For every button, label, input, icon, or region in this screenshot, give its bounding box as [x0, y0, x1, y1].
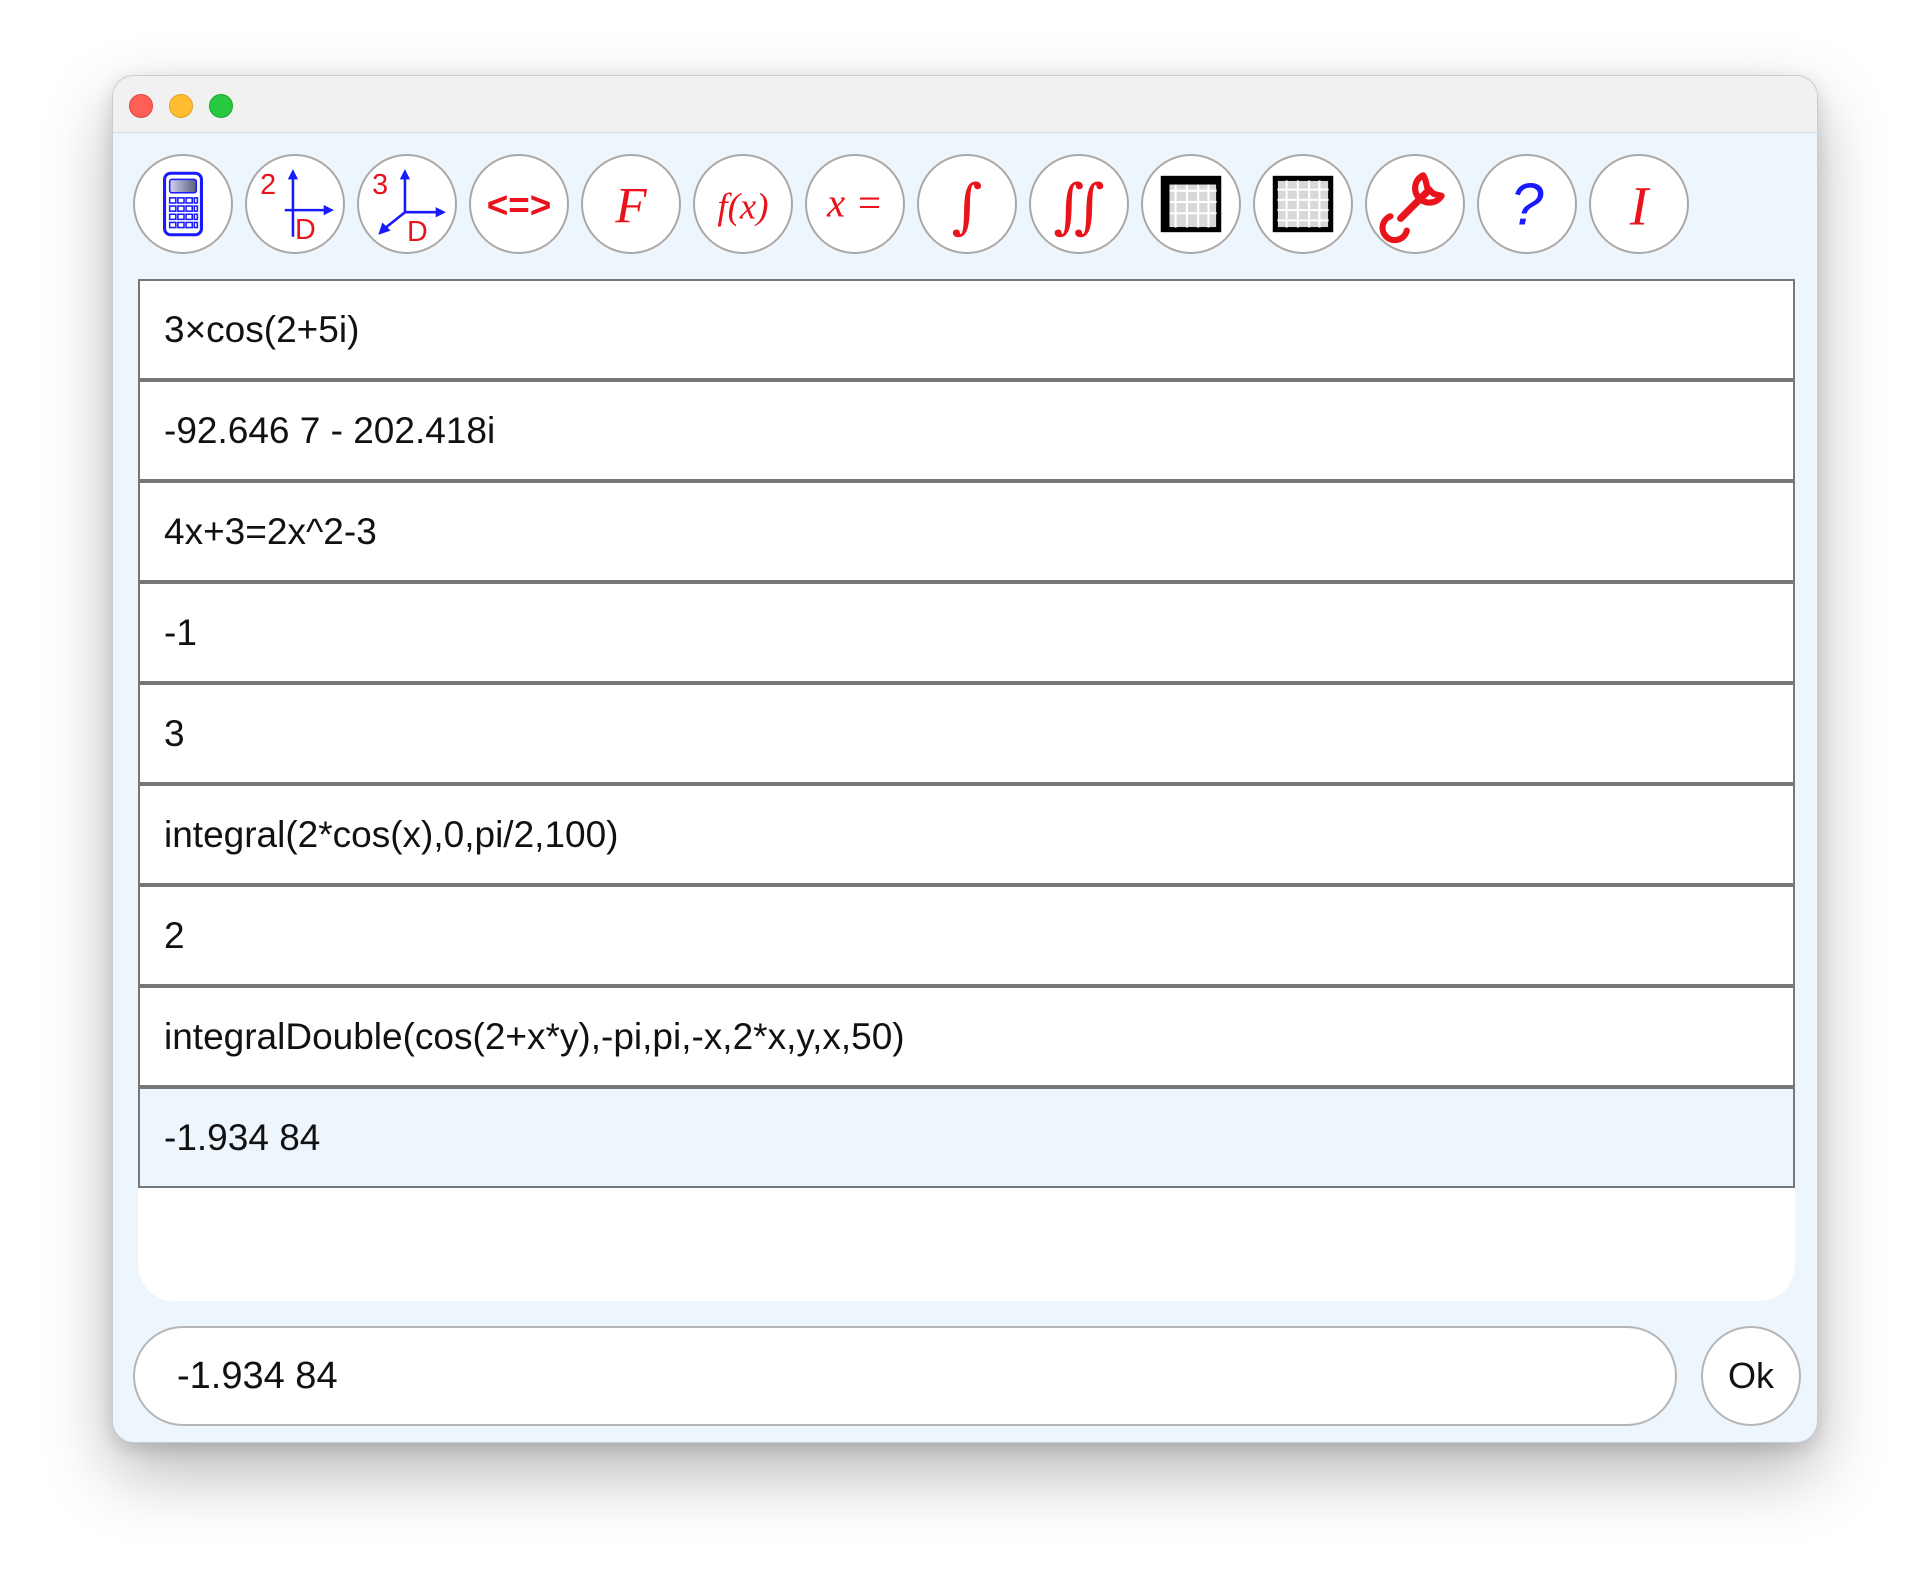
- function-icon: f(x): [717, 185, 768, 227]
- calculator-icon: [163, 171, 203, 237]
- svg-text:I: I: [1629, 176, 1651, 237]
- svg-text:<=>: <=>: [487, 184, 552, 225]
- maximize-window-button[interactable]: [209, 94, 233, 118]
- history-row[interactable]: 4x+3=2x^2-3: [138, 481, 1795, 582]
- app-window: 2 D 3 D <=> F f(x) x = ∫ ∫ ∫ ? I 3×cos(2…: [112, 75, 1818, 1443]
- history-list: 3×cos(2+5i) -92.646 7 - 202.418i 4x+3=2x…: [138, 279, 1795, 1301]
- history-row[interactable]: -1: [138, 582, 1795, 683]
- plot-2d-button[interactable]: 2 D: [245, 154, 345, 254]
- history-row[interactable]: 3×cos(2+5i): [138, 279, 1795, 380]
- table-icon: [1272, 175, 1334, 233]
- integral-button[interactable]: ∫: [917, 154, 1017, 254]
- title-bar: [113, 76, 1817, 133]
- close-window-button[interactable]: [129, 94, 153, 118]
- help-button[interactable]: ?: [1477, 154, 1577, 254]
- svg-text:D: D: [295, 214, 316, 245]
- integral-icon: ∫: [952, 173, 983, 242]
- inequality-button[interactable]: <=>: [469, 154, 569, 254]
- matrix-icon: [1160, 175, 1222, 233]
- fourier-button[interactable]: F: [581, 154, 681, 254]
- function-button[interactable]: f(x): [693, 154, 793, 254]
- plot-2d-icon: 2 D: [260, 169, 334, 245]
- calculator-button[interactable]: [133, 154, 233, 254]
- svg-text:∫: ∫: [952, 173, 983, 242]
- plot-3d-button[interactable]: 3 D: [357, 154, 457, 254]
- table-button[interactable]: [1253, 154, 1353, 254]
- history-row[interactable]: integral(2*cos(x),0,pi/2,100): [138, 784, 1795, 885]
- svg-text:?: ?: [1510, 171, 1543, 238]
- svg-text:2: 2: [260, 169, 276, 201]
- info-icon: I: [1629, 176, 1651, 237]
- history-row[interactable]: integralDouble(cos(2+x*y),-pi,pi,-x,2*x,…: [138, 986, 1795, 1087]
- equation-icon: x =: [826, 179, 883, 225]
- help-icon: ?: [1510, 171, 1543, 238]
- history-row[interactable]: 2: [138, 885, 1795, 986]
- double-integral-icon: ∫ ∫: [1053, 173, 1105, 242]
- history-row-selected[interactable]: -1.934 84: [138, 1087, 1795, 1188]
- svg-text:F: F: [614, 177, 647, 234]
- matrix-button[interactable]: [1141, 154, 1241, 254]
- expression-input[interactable]: [133, 1326, 1677, 1426]
- plot-3d-icon: 3 D: [372, 169, 446, 245]
- svg-text:f(x): f(x): [717, 185, 768, 227]
- inequality-icon: <=>: [487, 184, 552, 225]
- history-row[interactable]: -92.646 7 - 202.418i: [138, 380, 1795, 481]
- ok-button[interactable]: Ok: [1701, 1326, 1801, 1426]
- svg-text:3: 3: [372, 169, 388, 201]
- info-button[interactable]: I: [1589, 154, 1689, 254]
- wrench-icon: [1379, 172, 1445, 244]
- svg-text:D: D: [407, 216, 428, 245]
- fourier-icon: F: [614, 177, 647, 234]
- svg-text:∫: ∫: [1074, 173, 1105, 242]
- double-integral-button[interactable]: ∫ ∫: [1029, 154, 1129, 254]
- settings-button[interactable]: [1365, 154, 1465, 254]
- history-row[interactable]: 3: [138, 683, 1795, 784]
- equation-button[interactable]: x =: [805, 154, 905, 254]
- minimize-window-button[interactable]: [169, 94, 193, 118]
- svg-text:x =: x =: [826, 179, 883, 225]
